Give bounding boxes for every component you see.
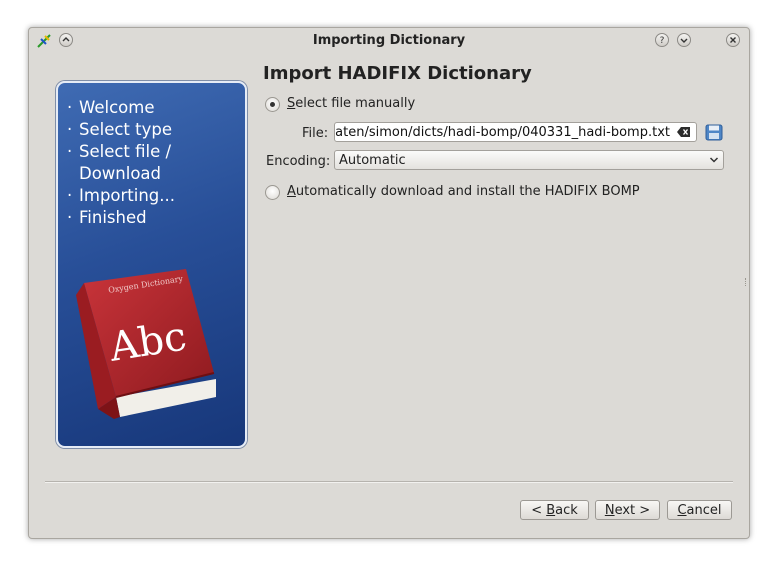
clear-text-icon[interactable]	[677, 126, 691, 138]
chevron-down-icon	[680, 38, 688, 43]
wizard-side-panel: · Welcome · Select type · Select file / Dow…	[56, 81, 247, 448]
dialog-window: Importing Dictionary ? · Welcome · Select …	[28, 27, 750, 539]
resize-grip[interactable]	[745, 278, 748, 286]
wizard-step-label: Download	[79, 164, 162, 183]
wizard-step: · Select file /	[67, 142, 172, 161]
wizard-step: · Importing...	[67, 186, 176, 205]
page-title: Import HADIFIX Dictionary	[263, 63, 532, 84]
auto-download-label[interactable]: Automatically download and install the H…	[287, 184, 640, 199]
wizard-step: · Select type	[67, 120, 173, 139]
next-button[interactable]: Next >	[595, 500, 660, 520]
select-manually-label[interactable]: Select file manually	[287, 96, 415, 111]
cancel-button[interactable]: Cancel	[667, 500, 732, 520]
wizard-step-label: Finished	[79, 208, 147, 227]
window-title: Importing Dictionary	[312, 33, 466, 48]
wizard-step-label: Select type	[79, 120, 173, 139]
wizard-steps-list: · Welcome · Select type · Select file / Dow…	[67, 97, 175, 229]
file-label: File:	[302, 126, 329, 141]
button-separator	[45, 481, 733, 483]
encoding-label: Encoding:	[266, 154, 331, 169]
select-manually-radio[interactable]	[265, 97, 280, 112]
wizard-step-label: Select file /	[79, 142, 172, 161]
minimize-button[interactable]	[677, 33, 691, 47]
wizard-step-label: Welcome	[79, 98, 155, 117]
auto-download-radio[interactable]	[265, 185, 280, 200]
close-button[interactable]	[726, 33, 740, 47]
title-bar[interactable]: Importing Dictionary ?	[29, 28, 749, 54]
wizard-step-label: Importing...	[79, 186, 176, 205]
book-icon: Oxygen Dictionary Abc	[76, 269, 216, 419]
chevron-down-icon	[709, 157, 719, 163]
encoding-selected-value: Automatic	[339, 153, 406, 168]
open-file-icon[interactable]	[705, 124, 723, 141]
back-button[interactable]: < Back	[520, 500, 589, 520]
encoding-select[interactable]: Automatic	[334, 150, 724, 170]
close-icon	[730, 37, 736, 43]
wizard-step: Download	[67, 163, 175, 185]
help-button[interactable]: ?	[655, 33, 669, 47]
file-path-value: r/Daten/simon/dicts/hadi-bomp/040331_had…	[334, 125, 670, 140]
wizard-step: · Finished	[67, 208, 147, 227]
wizard-step: · Welcome	[67, 98, 155, 117]
file-path-input[interactable]: r/Daten/simon/dicts/hadi-bomp/040331_had…	[334, 122, 697, 142]
